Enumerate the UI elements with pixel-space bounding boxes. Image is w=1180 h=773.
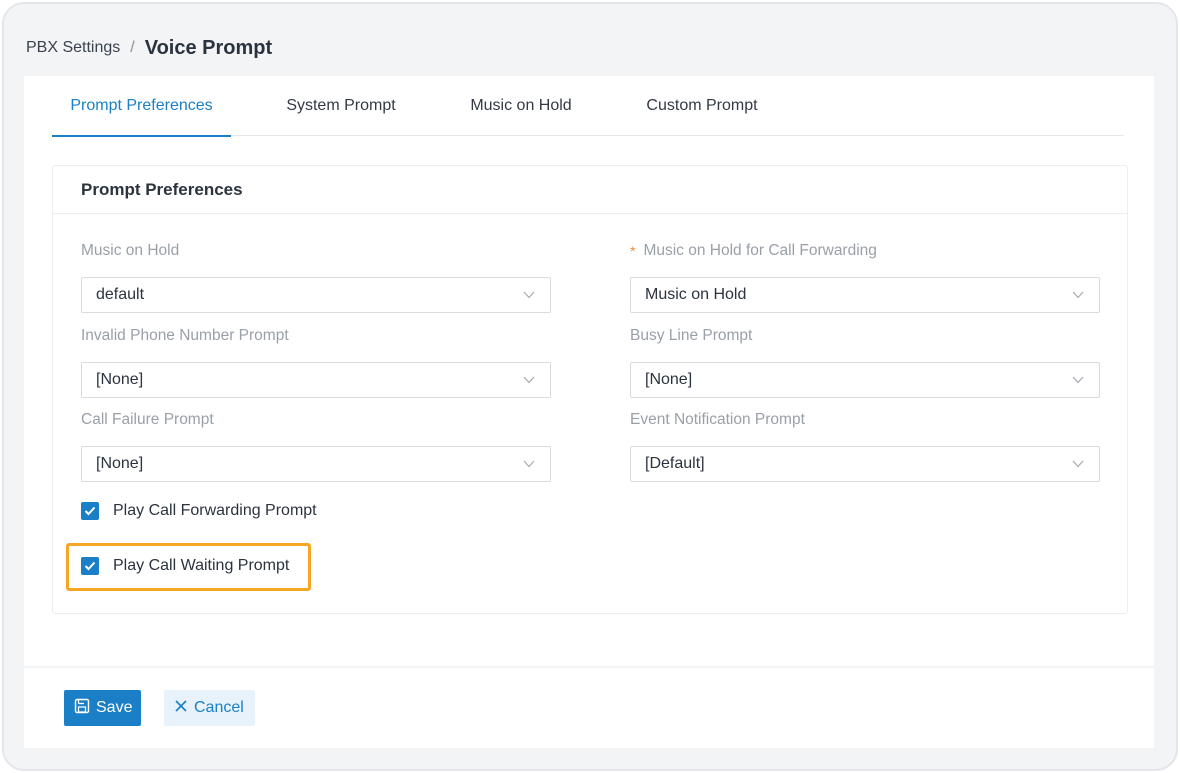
busy-line-prompt-select[interactable]: [None]: [630, 362, 1100, 398]
field-label: Event Notification Prompt: [630, 411, 805, 428]
field-label: Music on Hold: [81, 242, 180, 259]
music-on-hold-select[interactable]: default: [81, 277, 551, 313]
breadcrumb-separator: /: [130, 39, 135, 56]
field-label: * Music on Hold for Call Forwarding: [630, 241, 1100, 261]
play-call-forwarding-prompt-checkbox[interactable]: [81, 502, 99, 520]
chevron-down-icon: [522, 457, 536, 471]
chevron-down-icon: [522, 373, 536, 387]
footer-actions: Save Cancel: [24, 668, 1154, 748]
cancel-label: Cancel: [194, 699, 244, 716]
save-label: Save: [96, 699, 133, 716]
music-on-hold-call-forwarding-field: * Music on Hold for Call Forwarding Musi…: [630, 241, 1100, 313]
field-label: Busy Line Prompt: [630, 327, 753, 344]
chevron-down-icon: [1071, 373, 1085, 387]
select-value: [None]: [645, 371, 693, 388]
breadcrumb-pbx-settings[interactable]: PBX Settings: [26, 39, 120, 57]
music-on-hold-field: Music on Hold default: [81, 241, 551, 313]
music-on-hold-call-forwarding-select[interactable]: Music on Hold: [630, 277, 1100, 313]
save-icon: [74, 698, 90, 719]
field-label: Call Failure Prompt: [81, 411, 214, 428]
field-label: Invalid Phone Number Prompt: [81, 327, 289, 344]
call-failure-prompt-select[interactable]: [None]: [81, 446, 551, 482]
event-notification-prompt-field: Event Notification Prompt [Default]: [630, 410, 1100, 482]
page-title: Voice Prompt: [144, 36, 273, 59]
select-value: [None]: [96, 455, 144, 472]
select-value: Music on Hold: [645, 286, 747, 303]
tab-system-prompt[interactable]: System Prompt: [231, 76, 451, 136]
call-failure-prompt-field: Call Failure Prompt [None]: [81, 410, 551, 482]
field-label-text: Music on Hold for Call Forwarding: [643, 242, 877, 259]
tab-custom-prompt[interactable]: Custom Prompt: [591, 76, 813, 136]
highlight-box: [66, 543, 311, 591]
tab-prompt-preferences[interactable]: Prompt Preferences: [52, 76, 231, 137]
tab-bar: Prompt Preferences System Prompt Music o…: [52, 76, 1124, 137]
chevron-down-icon: [1071, 288, 1085, 302]
select-value: [None]: [96, 371, 144, 388]
tab-music-on-hold[interactable]: Music on Hold: [451, 76, 591, 136]
card-title: Prompt Preferences: [53, 166, 1127, 214]
busy-line-prompt-field: Busy Line Prompt [None]: [630, 326, 1100, 398]
select-value: [Default]: [645, 455, 705, 472]
play-call-forwarding-prompt-row: Play Call Forwarding Prompt: [81, 502, 317, 520]
invalid-phone-number-prompt-field: Invalid Phone Number Prompt [None]: [81, 326, 551, 398]
save-button[interactable]: Save: [64, 690, 141, 726]
cancel-button[interactable]: Cancel: [164, 690, 255, 726]
invalid-phone-number-prompt-select[interactable]: [None]: [81, 362, 551, 398]
required-mark: *: [630, 243, 636, 259]
checkbox-label[interactable]: Play Call Forwarding Prompt: [113, 502, 317, 520]
chevron-down-icon: [522, 288, 536, 302]
event-notification-prompt-select[interactable]: [Default]: [630, 446, 1100, 482]
checkmark-icon: [84, 506, 96, 516]
select-value: default: [96, 286, 145, 303]
breadcrumb: PBX Settings / Voice Prompt: [26, 34, 272, 62]
close-icon: [174, 699, 188, 718]
chevron-down-icon: [1071, 457, 1085, 471]
